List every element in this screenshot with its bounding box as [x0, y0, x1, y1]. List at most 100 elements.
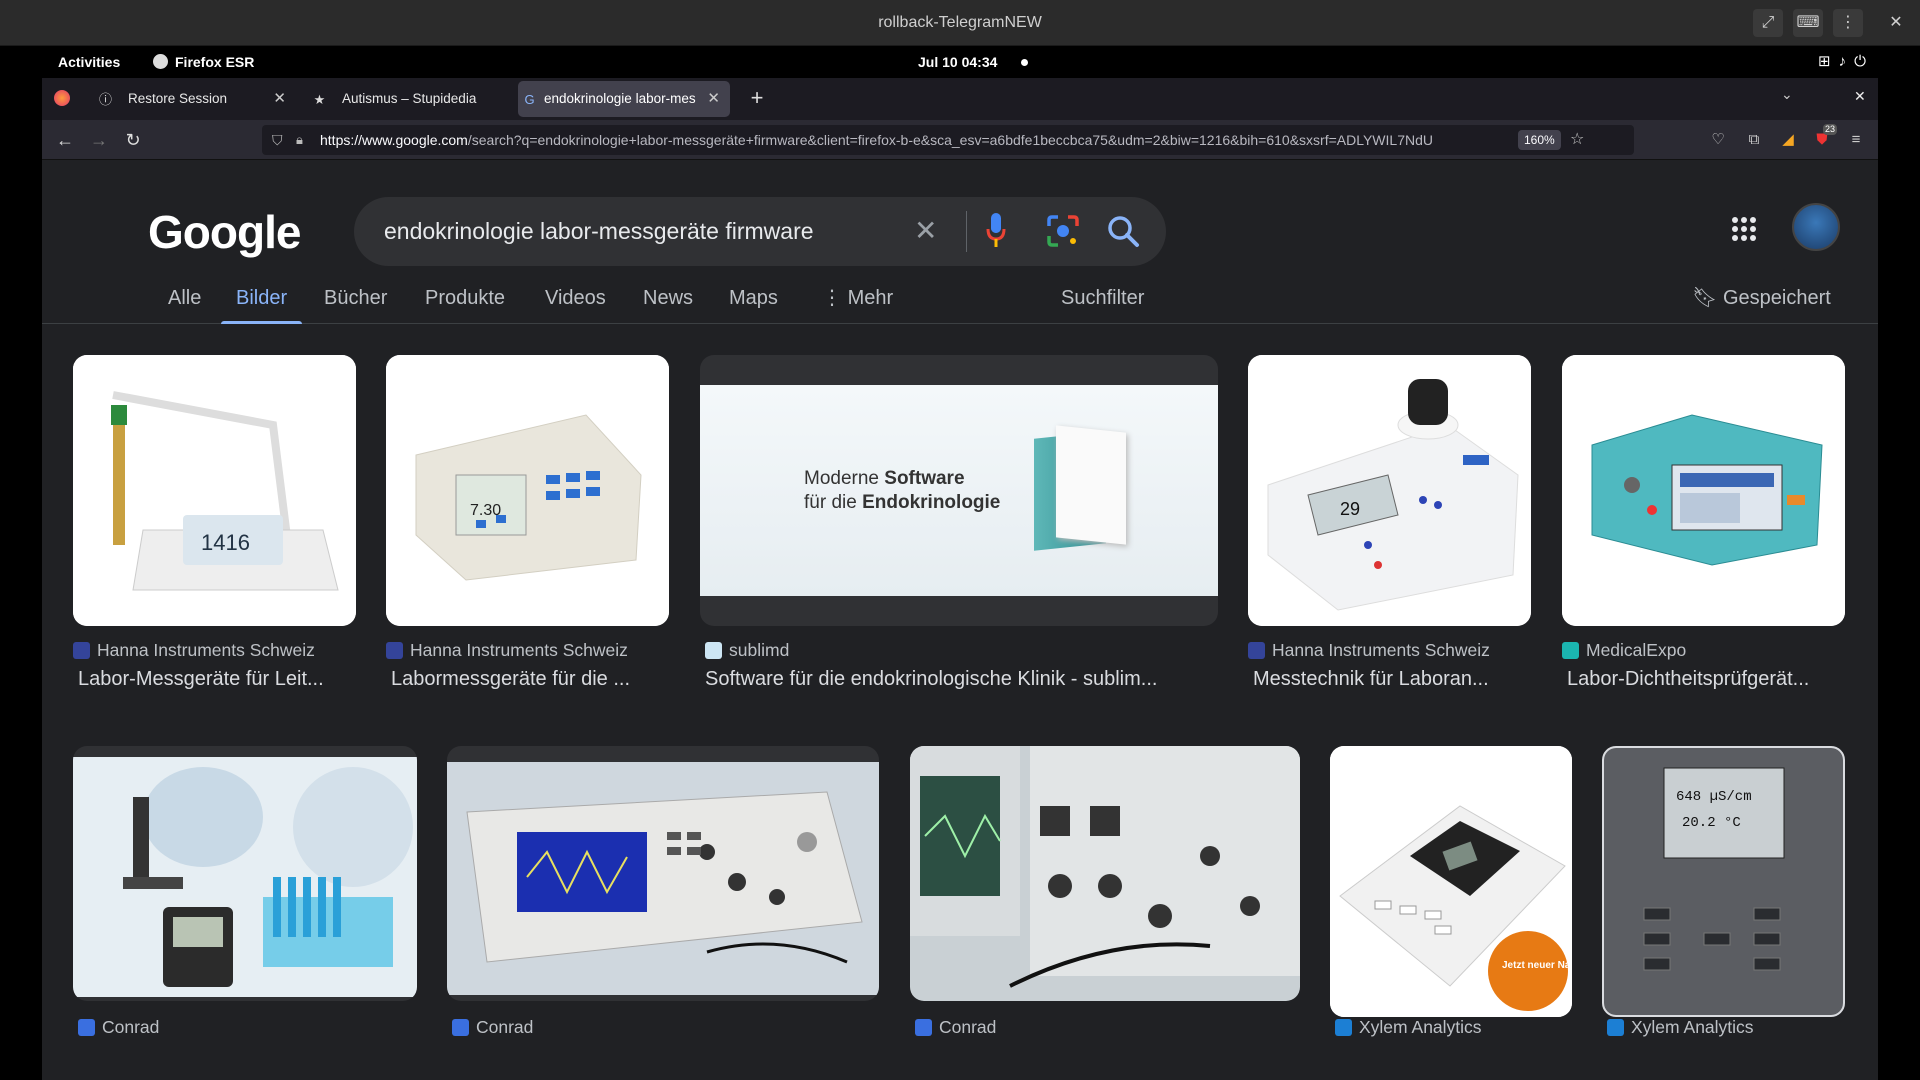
- star-icon: ★: [313, 92, 326, 107]
- tab-mehr[interactable]: ⋮ Mehr: [822, 278, 893, 324]
- gnome-topbar: Activities Firefox ESR Jul 10 04:34 ⊞♪⏻: [0, 46, 1920, 78]
- source-label: Conrad: [102, 1017, 160, 1037]
- banner-word-2: Software: [884, 468, 965, 489]
- source-favicon: [1562, 642, 1579, 659]
- result-thumbnail[interactable]: [1562, 355, 1845, 626]
- fullscreen-icon[interactable]: ⤢: [1753, 9, 1783, 37]
- bookmark-icon: 🔖︎: [1692, 287, 1723, 309]
- result-source: Conrad: [915, 1017, 996, 1038]
- result-title[interactable]: Software für die endokrinologische Klini…: [705, 668, 1218, 691]
- search-box[interactable]: ✕: [354, 197, 1166, 266]
- tab-news[interactable]: News: [643, 278, 693, 324]
- tab-label: endokrinologie labor-mes: [544, 91, 696, 106]
- avatar[interactable]: [1792, 203, 1840, 251]
- tab-buecher[interactable]: Bücher: [324, 278, 387, 324]
- result-thumbnail[interactable]: [73, 746, 417, 1001]
- result-thumbnail[interactable]: 648 µS/cm 20.2 °C: [1602, 746, 1845, 1017]
- tab-stupidedia[interactable]: ★ Autismus – Stupidedia ✕: [300, 81, 552, 117]
- result-thumbnail[interactable]: 7.30: [386, 355, 669, 626]
- shield-icon[interactable]: ⛉: [272, 125, 283, 155]
- lab-scientists-image: [73, 757, 417, 997]
- badge-text: Jetzt neuer Name!: [1502, 960, 1572, 971]
- xylem-meter-image: Jetzt neuer Name!: [1330, 746, 1572, 1017]
- source-favicon: [705, 642, 722, 659]
- reload-button[interactable]: ↻: [120, 128, 146, 152]
- clock[interactable]: Jul 10 04:34: [918, 46, 997, 78]
- clear-icon[interactable]: ✕: [914, 215, 937, 247]
- tab-maps[interactable]: Maps: [729, 278, 778, 324]
- vm-titlebar: rollback-TelegramNEW ⤢ ⌨ ⋮ ✕: [0, 0, 1920, 46]
- tab-close-icon[interactable]: ✕: [273, 81, 286, 117]
- result-source: Xylem Analytics: [1607, 1017, 1754, 1038]
- software-box-face: [1056, 425, 1126, 545]
- system-tray[interactable]: ⊞♪⏻: [1818, 46, 1874, 78]
- result-thumbnail[interactable]: 1416: [73, 355, 356, 626]
- new-tab-button[interactable]: +: [742, 83, 772, 113]
- result-thumbnail[interactable]: [910, 746, 1300, 1001]
- result-thumbnail[interactable]: Jetzt neuer Name!: [1330, 746, 1572, 1017]
- apps-grid-icon[interactable]: [1732, 217, 1756, 241]
- keyboard-icon[interactable]: ⌨: [1793, 9, 1823, 37]
- banner-word-3: für die: [804, 492, 857, 513]
- zoom-level[interactable]: 160%: [1518, 130, 1561, 150]
- addon-icon[interactable]: ◢: [1776, 129, 1800, 151]
- temperature-reading: 20.2 °C: [1682, 815, 1741, 831]
- kebab-menu-icon[interactable]: ⋮: [1833, 9, 1863, 37]
- result-source: Xylem Analytics: [1335, 1017, 1482, 1038]
- result-title[interactable]: Labormessgeräte für die ...: [391, 668, 669, 691]
- leak-tester-image: [1562, 355, 1845, 626]
- source-favicon: [78, 1019, 95, 1036]
- source-favicon: [1335, 1019, 1352, 1036]
- source-label: Hanna Instruments Schweiz: [1272, 640, 1490, 660]
- network-icon: ⊞: [1818, 53, 1839, 70]
- activities-button[interactable]: Activities: [58, 46, 120, 78]
- google-logo[interactable]: Google: [148, 205, 301, 259]
- app-menu[interactable]: Firefox ESR: [175, 46, 254, 78]
- google-lens-icon[interactable]: [1046, 214, 1080, 248]
- tab-alle[interactable]: Alle: [168, 278, 201, 324]
- microphone-icon[interactable]: [986, 213, 1006, 247]
- tab-bilder[interactable]: Bilder: [220, 278, 303, 324]
- power-icon: ⏻: [1854, 53, 1874, 70]
- hamburger-menu-icon[interactable]: ≡: [1844, 129, 1868, 151]
- result-title[interactable]: Labor-Dichtheitsprüfgerät...: [1567, 668, 1845, 691]
- tab-produkte[interactable]: Produkte: [425, 278, 505, 324]
- tab-close-icon[interactable]: ✕: [703, 81, 720, 117]
- saved-button[interactable]: 🔖︎ Gespeichert: [1692, 278, 1831, 318]
- list-tabs-icon[interactable]: ⌄: [1781, 86, 1793, 103]
- suchfilter-button[interactable]: Suchfilter: [1061, 278, 1144, 324]
- result-thumbnail[interactable]: 29: [1248, 355, 1531, 626]
- result-title[interactable]: Labor-Messgeräte für Leit...: [78, 668, 356, 691]
- benchtop-meter-image: 7.30: [386, 355, 669, 626]
- result-thumbnail[interactable]: Moderne Software für die Endokrinologie: [700, 355, 1218, 626]
- banner-word-1: Moderne: [804, 468, 879, 489]
- tab-google-search[interactable]: G endokrinologie labor-mes ✕: [518, 81, 730, 117]
- search-icon[interactable]: [1106, 214, 1140, 248]
- result-title[interactable]: Messtechnik für Laboran...: [1253, 668, 1531, 691]
- back-button[interactable]: ←: [52, 128, 78, 152]
- lock-icon[interactable]: 🔒︎: [296, 125, 303, 155]
- result-thumbnail[interactable]: [447, 746, 879, 1001]
- extensions-icon[interactable]: ⧉: [1742, 129, 1766, 151]
- pocket-icon[interactable]: ♡: [1706, 129, 1730, 151]
- url-text[interactable]: https://www.google.com/search?q=endokrin…: [320, 125, 1490, 155]
- url-bar[interactable]: ⛉ 🔒︎ https://www.google.com/search?q=end…: [262, 125, 1634, 155]
- tab-strip: ⓘ Restore Session ✕ ★ Autismus – Stupide…: [42, 78, 1878, 120]
- tab-videos[interactable]: Videos: [545, 278, 606, 324]
- bookmark-star-icon[interactable]: ☆: [1570, 125, 1584, 155]
- info-icon: ⓘ: [98, 92, 112, 107]
- source-label: Xylem Analytics: [1359, 1017, 1482, 1037]
- window-close-icon[interactable]: ✕: [1854, 88, 1866, 105]
- source-label: Hanna Instruments Schweiz: [410, 640, 628, 660]
- vm-title: rollback-TelegramNEW: [878, 14, 1042, 31]
- firefox-view-icon[interactable]: [54, 90, 70, 106]
- tab-restore-session[interactable]: ⓘ Restore Session ✕: [86, 81, 296, 117]
- ublock-icon[interactable]: ⛊ 23: [1810, 124, 1838, 151]
- banner-text: Moderne Software für die Endokrinologie: [804, 467, 1000, 515]
- source-favicon: [1607, 1019, 1624, 1036]
- search-input[interactable]: [384, 197, 914, 266]
- result-source: sublimd: [705, 640, 789, 661]
- close-icon[interactable]: ✕: [1881, 9, 1911, 37]
- forward-button[interactable]: →: [86, 128, 112, 152]
- notif-badge: 23: [1823, 124, 1838, 135]
